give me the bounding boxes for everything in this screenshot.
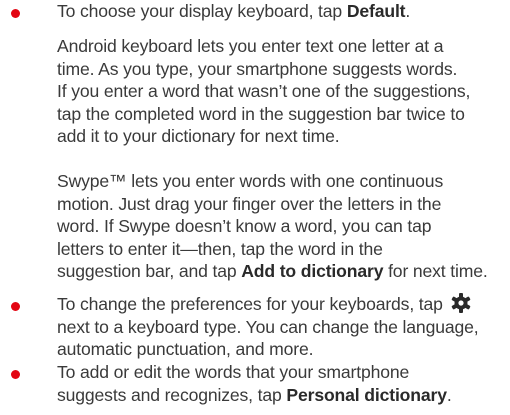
text-line: To choose your display keyboard, tap Def… (57, 0, 507, 23)
text-line: add it to your dictionary for next time. (57, 126, 340, 146)
bullet-marker (11, 370, 20, 379)
text-line: time. As you type, your smartphone sugge… (57, 58, 458, 79)
text-line: tap the completed word in the suggestion… (57, 103, 465, 124)
paragraph-swype: Swype™ lets you enter words with one con… (57, 170, 507, 283)
text-run: suggests and recognizes, tap (57, 384, 287, 405)
bold-term-add-to-dictionary: Add to dictionary (241, 261, 384, 281)
text-line: To add or edit the words that your smart… (57, 362, 410, 382)
text-line: If you enter a word that wasn’t one of t… (57, 81, 471, 101)
paragraph-android-keyboard: Android keyboard lets you enter text one… (57, 35, 507, 148)
gear-icon (450, 293, 472, 313)
bullet-marker (11, 9, 20, 18)
text-line: To change the preferences for your keybo… (57, 293, 507, 316)
text-run: suggestion bar, and tap (57, 261, 242, 281)
text-line: word. If Swype doesn’t know a word, you … (57, 216, 432, 236)
text-line: motion. Just drag your finger over the l… (57, 193, 442, 214)
bold-term-personal-dictionary: Personal dictionary (286, 384, 447, 405)
list-item-text: To add or edit the words that your smart… (57, 361, 507, 406)
text-line: suggestion bar, and tap Add to dictionar… (57, 260, 507, 283)
list-item-text: To change the preferences for your keybo… (57, 293, 507, 361)
list-item-text: To choose your display keyboard, tap Def… (57, 0, 507, 23)
text-run: for next time. (383, 261, 488, 281)
text-line: suggests and recognizes, tap Personal di… (57, 384, 507, 407)
text-line: Android keyboard lets you enter text one… (57, 36, 444, 56)
bold-term-default: Default (346, 1, 406, 21)
text-line: next to a keyboard type. You can change … (57, 316, 479, 337)
document-page: To choose your display keyboard, tap Def… (0, 0, 510, 415)
text-run: . (446, 384, 452, 405)
text-run: To change the preferences for your keybo… (57, 294, 443, 314)
text-line: automatic punctuation, and more. (57, 339, 314, 359)
text-line: Swype™ lets you enter words with one con… (57, 171, 444, 191)
text-line: letters to enter it—then, tap the word i… (57, 238, 383, 259)
text-run: To choose your display keyboard, tap (57, 1, 347, 21)
bullet-marker (11, 302, 20, 311)
text-run: . (405, 1, 411, 21)
